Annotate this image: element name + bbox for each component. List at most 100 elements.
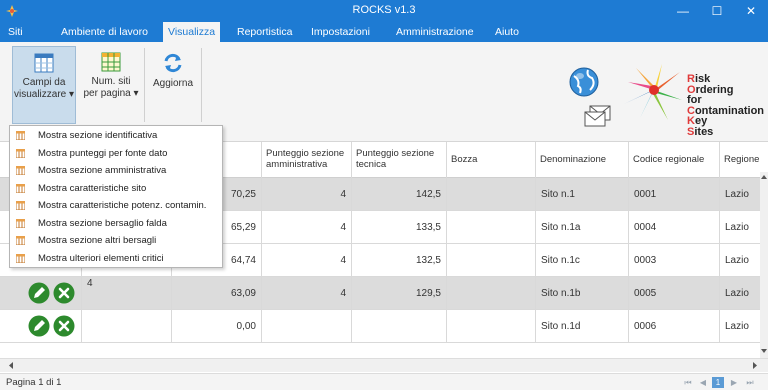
aggiorna-button[interactable]: Aggiorna: [147, 46, 199, 124]
campi-label-line1: Campi da: [22, 77, 66, 88]
dropdown-item-label: Mostra sezione amministrativa: [38, 165, 167, 176]
columns-small-icon: [16, 148, 25, 158]
cell-punteggio-amministrativa: 4: [262, 277, 352, 310]
dropdown-item-bersaglio-falda[interactable]: Mostra sezione bersaglio falda: [10, 215, 222, 232]
row-index: 4: [82, 277, 172, 310]
num-siti-per-pagina-button[interactable]: Num. siti per pagina ▾: [80, 46, 142, 124]
column-header-bozza[interactable]: Bozza: [447, 142, 536, 178]
delete-icon[interactable]: [53, 315, 75, 337]
columns-small-icon: [16, 201, 25, 210]
cell-codice-regionale: 0006: [629, 310, 720, 343]
columns-small-icon: [16, 218, 25, 228]
dropdown-item-caratteristiche-sito[interactable]: Mostra caratteristiche sito: [10, 180, 222, 197]
menu-amministrazione[interactable]: Amministrazione: [391, 22, 479, 42]
menu-ambiente-di-lavoro[interactable]: Ambiente di lavoro: [56, 22, 153, 42]
dropdown-item-sezione-amministrativa[interactable]: Mostra sezione amministrativa: [10, 162, 222, 179]
menu-reportistica[interactable]: Reportistica: [232, 22, 297, 42]
edit-icon[interactable]: [28, 315, 50, 337]
mail-icon[interactable]: [584, 104, 612, 128]
dropdown-item-label: Mostra ulteriori elementi critici: [38, 252, 164, 264]
close-button[interactable]: ✕: [734, 0, 768, 22]
window-title: ROCKS v1.3: [352, 4, 416, 16]
columns-small-icon: [16, 166, 25, 175]
dropdown-item-label: Mostra caratteristiche potenz. contamin.: [38, 200, 207, 211]
row-actions: [0, 310, 82, 343]
rocks-logo-text: Risk Ordering for Contamination Key Site…: [687, 74, 764, 138]
cell-denominazione: Sito n.1b: [536, 277, 629, 310]
column-header-denominazione[interactable]: Denominazione: [536, 142, 629, 178]
scroll-left-arrow-icon[interactable]: [8, 362, 14, 369]
menu-bar: Siti Ambiente di lavoro Visualizza Repor…: [0, 22, 768, 42]
maximize-button[interactable]: ☐: [700, 0, 734, 22]
cell-regione: Lazio: [725, 222, 749, 233]
cell-score: 0,00: [172, 310, 262, 343]
column-header-punteggio-tecnica[interactable]: Punteggio sezione tecnica: [352, 142, 447, 178]
dropdown-item-potenz-contamin[interactable]: Mostra caratteristiche potenz. contamin.: [10, 197, 222, 214]
columns-small-icon: [16, 183, 25, 193]
cell-codice-regionale: 0005: [629, 277, 720, 310]
cell-punteggio-amministrativa: 4: [262, 244, 352, 277]
cell-regione: Lazio: [725, 288, 749, 299]
scroll-right-arrow-icon[interactable]: [752, 362, 758, 369]
dropdown-item-sezione-identificativa[interactable]: Mostra sezione identificativa: [10, 127, 222, 144]
cell-bozza: [447, 211, 536, 244]
menu-visualizza[interactable]: Visualizza: [163, 22, 221, 42]
last-page-icon[interactable]: ⏭: [744, 377, 756, 388]
cell-bozza: [447, 310, 536, 343]
current-page-button[interactable]: 1: [712, 377, 724, 388]
cell-punteggio-amministrativa: 4: [262, 211, 352, 244]
cell-denominazione: Sito n.1c: [536, 244, 629, 277]
menu-impostazioni[interactable]: Impostazioni: [306, 22, 375, 42]
cell-codice-regionale: 0001: [629, 178, 720, 211]
cell-regione: Lazio: [725, 321, 749, 332]
grid-rows-icon: [101, 52, 121, 72]
page-info: Pagina 1 di 1: [6, 377, 62, 388]
cell-score: 63,09: [172, 277, 262, 310]
cell-punteggio-amministrativa: [262, 310, 352, 343]
campi-da-visualizzare-button[interactable]: Campi da visualizzare ▾: [12, 46, 76, 124]
globe-icon[interactable]: [568, 66, 600, 98]
dropdown-item-label: Mostra sezione altri bersagli: [38, 235, 157, 246]
cell-denominazione: Sito n.1a: [536, 211, 629, 244]
cell-punteggio-tecnica: 133,5: [352, 211, 447, 244]
dropdown-item-punteggi-fonte[interactable]: Mostra punteggi per fonte dato: [10, 145, 222, 162]
cell-punteggio-amministrativa: 4: [262, 178, 352, 211]
menu-aiuto[interactable]: Aiuto: [490, 22, 524, 42]
cell-punteggio-tecnica: 132,5: [352, 244, 447, 277]
dropdown-item-label: Mostra caratteristiche sito: [38, 182, 147, 194]
table-row[interactable]: 4 63,09 4 129,5 Sito n.1b 0005 Lazio: [0, 277, 760, 310]
cell-punteggio-tecnica: [352, 310, 447, 343]
num-siti-label-line1: Num. siti: [91, 76, 131, 87]
dropdown-item-altri-bersagli[interactable]: Mostra sezione altri bersagli: [10, 232, 222, 249]
logo-rest: ites: [694, 125, 714, 138]
campi-dropdown-menu: Mostra sezione identificativa Mostra pun…: [9, 125, 223, 268]
cell-bozza: [447, 277, 536, 310]
minimize-button[interactable]: —: [666, 0, 700, 22]
prev-page-icon[interactable]: ◀: [697, 377, 709, 388]
horizontal-scrollbar[interactable]: [0, 358, 768, 372]
aggiorna-label: Aggiorna: [152, 78, 194, 89]
column-header-punteggio-amministrativa[interactable]: Punteggio sezione amministrativa: [262, 142, 352, 178]
table-row[interactable]: 0,00 Sito n.1d 0006 Lazio: [0, 310, 760, 343]
column-header-regione[interactable]: Regione: [720, 142, 760, 178]
dropdown-item-label: Mostra punteggi per fonte dato: [38, 147, 168, 159]
edit-icon[interactable]: [28, 282, 50, 304]
menu-siti[interactable]: Siti: [3, 22, 28, 42]
cell-punteggio-tecnica: 142,5: [352, 178, 447, 211]
refresh-icon: [164, 53, 182, 73]
scroll-up-arrow-icon[interactable]: [761, 174, 767, 180]
column-header-codice-regionale[interactable]: Codice regionale: [629, 142, 720, 178]
cell-codice-regionale: 0004: [629, 211, 720, 244]
next-page-icon[interactable]: ▶: [728, 377, 740, 388]
cell-codice-regionale: 0003: [629, 244, 720, 277]
ribbon-separator: [201, 48, 202, 122]
first-page-icon[interactable]: ⏮: [682, 377, 694, 388]
dropdown-item-elementi-critici[interactable]: Mostra ulteriori elementi critici: [10, 250, 222, 267]
columns-icon: [34, 53, 54, 73]
rocks-logo-icon: [624, 64, 682, 120]
row-index: [82, 310, 172, 343]
delete-icon[interactable]: [53, 282, 75, 304]
dropdown-item-label: Mostra sezione bersaglio falda: [38, 217, 167, 229]
vertical-scrollbar[interactable]: [760, 172, 768, 358]
scroll-down-arrow-icon[interactable]: [761, 348, 767, 354]
